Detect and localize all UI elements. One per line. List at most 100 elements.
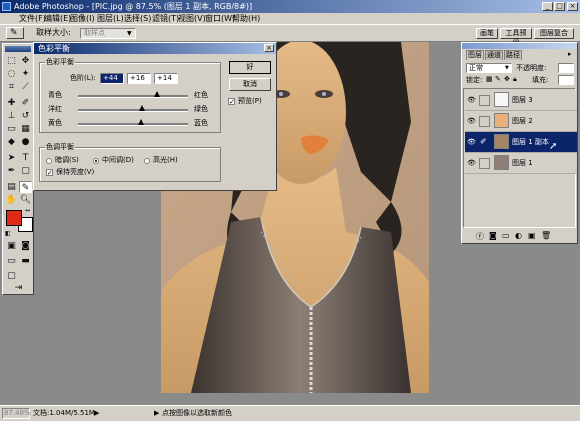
menu-select[interactable]: 选择(S) (124, 13, 151, 24)
layer-style-icon[interactable]: ⓕ (476, 231, 484, 242)
radio-midtones-label[interactable]: 中间调(D) (102, 156, 134, 165)
menu-window[interactable]: 窗口(W) (205, 13, 235, 24)
blur-icon[interactable]: ◆ (5, 136, 18, 148)
ok-button[interactable]: 好 (229, 61, 271, 74)
default-colors-icon[interactable]: ◧ (5, 230, 11, 237)
crop-icon[interactable]: ⌗ (5, 81, 18, 93)
pen-icon[interactable]: ✒ (5, 165, 18, 177)
notes-icon[interactable]: ▤ (5, 181, 18, 193)
slice-icon[interactable]: ⟋ (19, 81, 32, 93)
layer-row-selected[interactable]: 👁︎ ✐ 图层 1 副本 ➚ (465, 132, 577, 153)
hand-icon[interactable]: ✋ (5, 194, 18, 206)
move-icon[interactable]: ✥ (19, 55, 32, 67)
status-arrow-icon[interactable]: ▶ (94, 408, 99, 419)
path-select-icon[interactable]: ➤ (5, 152, 18, 164)
preserve-luminosity-checkbox[interactable]: ✓ (46, 169, 53, 177)
magenta-green-slider-thumb[interactable] (138, 105, 145, 111)
menu-help[interactable]: 帮助(H) (232, 13, 260, 24)
zoom-icon[interactable]: 🔍︎ (19, 194, 32, 206)
magic-wand-icon[interactable]: ✦ (19, 68, 32, 80)
eye-icon[interactable]: 👁︎ (467, 138, 476, 146)
layers-panel-header[interactable] (462, 43, 577, 49)
link-toggle[interactable] (479, 116, 490, 127)
preserve-luminosity-label[interactable]: 保持亮度(V) (56, 168, 94, 177)
dialog-close-button[interactable]: × (264, 44, 274, 52)
levels-magenta-green-input[interactable]: +16 (127, 73, 151, 84)
tab-layers[interactable]: 图层 (466, 50, 484, 60)
shape-icon[interactable]: ▢ (19, 165, 32, 177)
levels-cyan-red-input[interactable]: +44 (100, 73, 124, 84)
layer-set-icon[interactable]: ▭ (502, 231, 510, 240)
cyan-red-slider-thumb[interactable] (154, 91, 161, 97)
menu-filter[interactable]: 滤镜(T) (152, 13, 179, 24)
tab-channels[interactable]: 通道 (485, 50, 503, 60)
eye-icon[interactable]: 👁︎ (467, 117, 476, 125)
radio-highlights[interactable] (144, 158, 150, 164)
quick-mask-icon[interactable]: ◙ (19, 240, 32, 252)
screen-mode-full-icon[interactable]: ▬ (19, 255, 32, 267)
blend-mode-select[interactable]: 正常 ▼ (466, 63, 512, 73)
panel-menu-icon[interactable]: ▸ (568, 50, 572, 58)
tool-preset-picker[interactable]: ✎ (6, 27, 24, 39)
type-icon[interactable]: T (19, 152, 32, 164)
menu-file[interactable]: 文件(F) (19, 13, 46, 24)
lock-position-icon[interactable]: ✥ (504, 75, 510, 83)
screen-mode-standard-icon[interactable]: ▭ (5, 255, 18, 267)
yellow-blue-slider-thumb[interactable] (137, 119, 144, 125)
sample-size-select[interactable]: 取样点 ▼ (80, 28, 136, 39)
lock-all-icon[interactable]: 🔒︎ (513, 75, 517, 84)
healing-brush-icon[interactable]: ✚ (5, 97, 18, 109)
radio-shadows-label[interactable]: 暗调(S) (55, 156, 79, 165)
clone-stamp-icon[interactable]: ⊥ (5, 110, 18, 122)
yellow-blue-slider-track[interactable] (78, 123, 188, 126)
maximize-button[interactable]: □ (554, 2, 565, 11)
radio-highlights-label[interactable]: 高光(H) (153, 156, 178, 165)
layer-row[interactable]: 👁︎ 图层 1 (465, 153, 577, 174)
history-brush-icon[interactable]: ↺ (19, 110, 32, 122)
eye-icon[interactable]: 👁︎ (467, 96, 476, 104)
levels-yellow-blue-input[interactable]: +14 (154, 73, 178, 84)
new-layer-icon[interactable]: ▣ (528, 231, 536, 240)
eyedropper-tool-icon[interactable]: ✎ (19, 181, 32, 193)
tab-tool-presets[interactable]: 工具预设 (500, 28, 532, 46)
marquee-icon[interactable]: ⬚ (5, 55, 18, 67)
adjustment-layer-icon[interactable]: ◐ (515, 231, 522, 240)
swap-colors-icon[interactable]: ↔ (25, 207, 30, 214)
close-button[interactable]: × (567, 2, 578, 11)
delete-layer-icon[interactable]: 🗑︎ (541, 231, 551, 240)
lock-pixels-icon[interactable]: ✎ (495, 75, 501, 83)
menu-view[interactable]: 视图(V) (178, 13, 206, 24)
gradient-icon[interactable]: ▦ (19, 123, 32, 135)
layer-mask-icon[interactable]: ◙ (489, 231, 497, 240)
eraser-icon[interactable]: ▭ (5, 123, 18, 135)
brush-icon[interactable]: ✐ (19, 97, 32, 109)
jump-to-imageready-icon[interactable]: ⇥ (12, 282, 25, 294)
preview-checkbox[interactable]: ✓ (228, 98, 235, 106)
screen-mode-menubar-icon[interactable]: ▢ (5, 270, 18, 282)
dodge-icon[interactable]: ● (19, 136, 32, 148)
preview-label[interactable]: 预览(P) (238, 97, 262, 106)
radio-shadows[interactable] (46, 158, 52, 164)
tab-brushes[interactable]: 画笔 (476, 28, 498, 39)
dialog-title-bar[interactable]: 色彩平衡 × (34, 43, 276, 54)
magenta-green-slider-track[interactable] (78, 109, 188, 112)
tab-layer-comps[interactable]: 图层复合 (534, 28, 574, 39)
lasso-icon[interactable]: ◌ (5, 68, 18, 80)
link-toggle[interactable] (479, 95, 490, 106)
radio-midtones[interactable] (93, 158, 99, 164)
cancel-button[interactable]: 取消 (229, 78, 271, 91)
zoom-field[interactable]: 87.48% (2, 408, 31, 419)
eye-icon[interactable]: 👁︎ (467, 159, 476, 167)
minimize-button[interactable]: _ (542, 2, 553, 11)
layer-row[interactable]: 👁︎ 图层 2 (465, 111, 577, 132)
fill-input[interactable] (558, 75, 574, 85)
foreground-color-swatch[interactable] (6, 210, 22, 226)
menu-edit[interactable]: 编辑(E) (44, 13, 71, 24)
layer-row[interactable]: 👁︎ 图层 3 (465, 90, 577, 111)
lock-transparency-icon[interactable]: ▦ (486, 75, 493, 83)
cyan-red-slider-track[interactable] (78, 95, 188, 98)
opacity-input[interactable] (558, 63, 574, 73)
menu-image[interactable]: 图像(I) (70, 13, 95, 24)
standard-mode-icon[interactable]: ▣ (5, 240, 18, 252)
link-toggle[interactable] (479, 158, 490, 169)
